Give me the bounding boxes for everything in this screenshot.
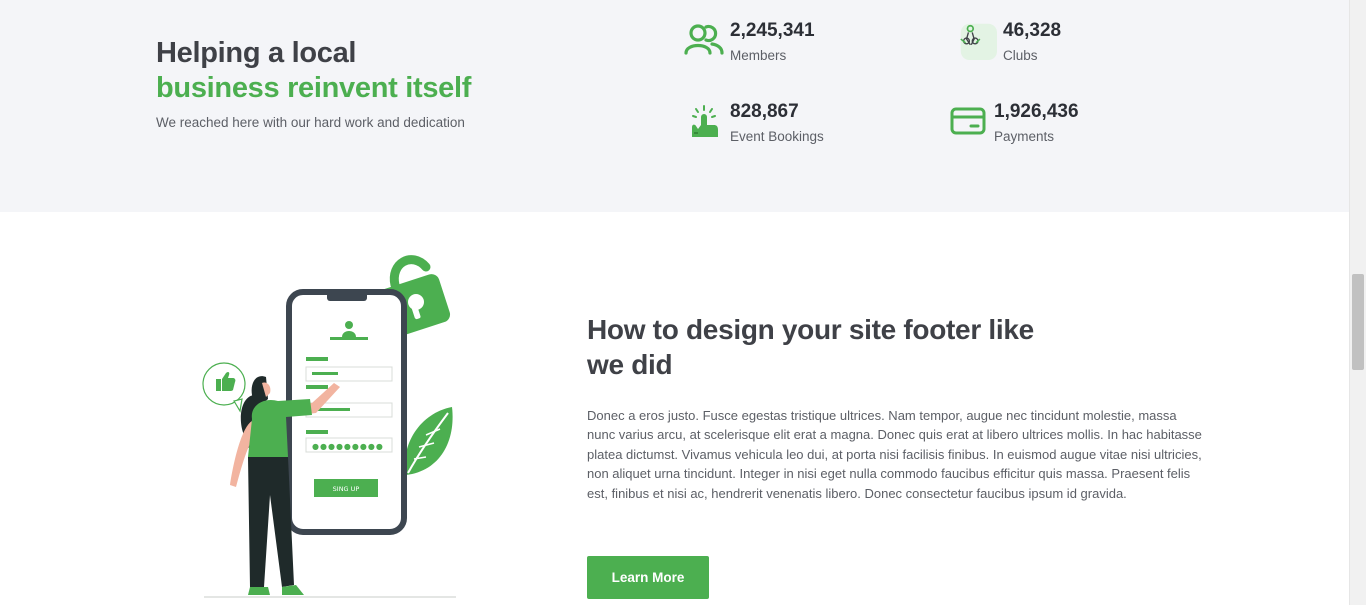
event-bookings-icon	[684, 101, 724, 141]
stat-clubs-label: Clubs	[1003, 48, 1038, 63]
stat-members-value: 2,245,341	[730, 20, 815, 41]
stats-heading-line2: business reinvent itself	[156, 72, 472, 104]
stat-event-bookings-label: Event Bookings	[730, 129, 824, 144]
stats-heading: Helping a local business reinvent itself…	[156, 36, 576, 130]
stat-event-bookings: 828,867 Event Bookings	[684, 101, 824, 144]
stat-event-bookings-value: 828,867	[730, 101, 799, 122]
feature-body: Donec a eros justo. Fusce egestas tristi…	[587, 408, 1202, 501]
stat-clubs: 46,328 Clubs	[957, 20, 1061, 63]
stat-members-label: Members	[730, 48, 787, 63]
stats-section: Helping a local business reinvent itself…	[0, 0, 1349, 212]
leaf-decoration	[404, 407, 453, 475]
stat-payments-value: 1,926,436	[994, 101, 1079, 122]
stats-subtitle: We reached here with our hard work and d…	[156, 115, 465, 130]
stats-heading-line1: Helping a local	[156, 37, 357, 69]
clubs-icon	[957, 20, 997, 60]
learn-more-button[interactable]: Learn More	[587, 556, 709, 599]
illustration-signup-text: SING UP	[333, 485, 360, 493]
scrollbar-thumb[interactable]	[1352, 274, 1364, 370]
members-icon	[684, 20, 724, 60]
signup-illustration: ●●●●●●●●● SING UP	[190, 245, 470, 605]
feature-content: How to design your site footer like we d…	[587, 312, 1207, 599]
payments-icon	[948, 101, 988, 141]
stat-payments-label: Payments	[994, 129, 1055, 144]
stat-clubs-value: 46,328	[1003, 20, 1062, 41]
feature-title: How to design your site footer like we d…	[587, 314, 1034, 380]
thumbs-up-icon	[202, 362, 246, 413]
stat-members: 2,245,341 Members	[684, 20, 815, 63]
stat-payments: 1,926,436 Payments	[948, 101, 1079, 144]
svg-text:●●●●●●●●●: ●●●●●●●●●	[312, 442, 384, 451]
page-scrollbar[interactable]	[1349, 0, 1366, 605]
